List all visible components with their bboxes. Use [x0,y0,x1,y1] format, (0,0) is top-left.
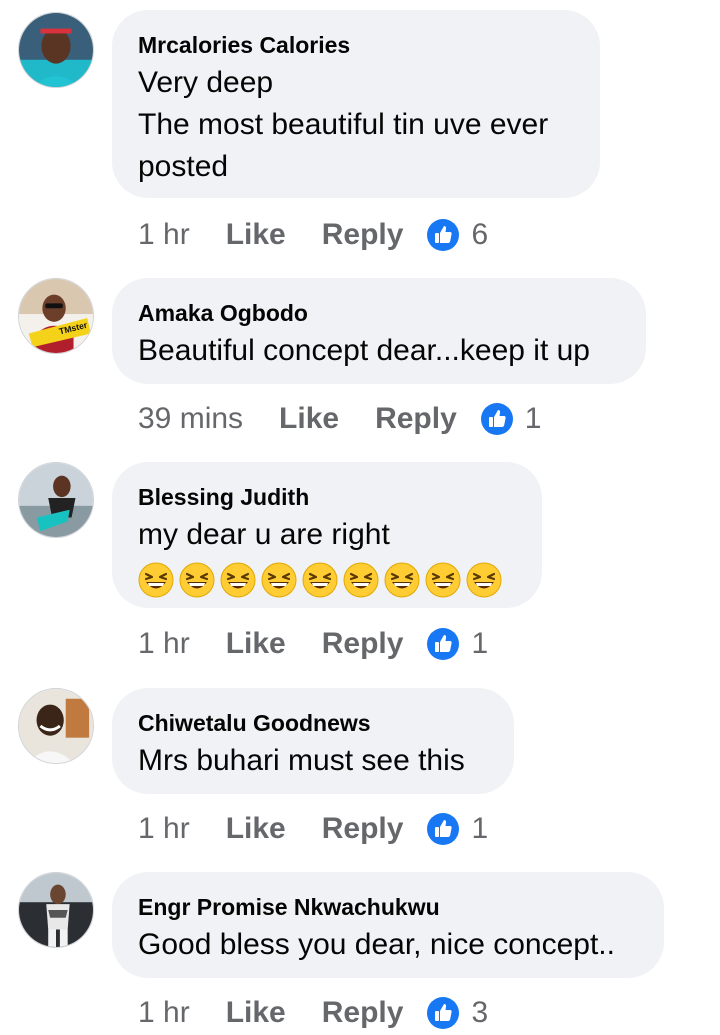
comment-text: Mrs buhari must see this [138,740,488,782]
avatar[interactable] [18,12,94,88]
avatar[interactable] [18,688,94,764]
reaction-count: 1 [524,402,542,435]
comment-text-line: Good bless you dear, nice concept.. [138,928,615,961]
comment-text-line: Beautiful concept dear...keep it up [138,334,590,367]
reply-button[interactable]: Reply [322,996,404,1030]
comment-timestamp[interactable]: 39 mins [138,402,243,436]
comment-timestamp[interactable]: 1 hr [138,627,190,661]
comment-bubble: Chiwetalu Goodnews Mrs buhari must see t… [112,688,514,794]
avatar-image [19,873,93,947]
thumbs-up-like-icon [480,403,513,435]
comment-actions: 1 hr Like Reply 3 [138,993,488,1033]
comment-author[interactable]: Blessing Judith [138,482,516,512]
grinning-squinting-face-icon [425,562,461,598]
reply-button[interactable]: Reply [322,812,404,846]
grinning-squinting-face-icon [179,562,215,598]
comment-text: my dear u are right [138,514,516,556]
grinning-squinting-face-icon [220,562,256,598]
comment-text-line: Very deep [138,66,274,99]
reaction-count: 3 [471,996,489,1029]
reply-button[interactable]: Reply [322,218,404,252]
like-button[interactable]: Like [226,218,286,252]
reaction-count: 1 [471,627,489,660]
comment-bubble: Engr Promise Nkwachukwu Good bless you d… [112,872,664,978]
emoji-row [138,562,516,598]
comment-actions: 1 hr Like Reply 1 [138,624,488,664]
thumbs-up-like-icon [427,813,460,845]
comment-timestamp[interactable]: 1 hr [138,218,190,252]
reaction-count: 1 [471,812,489,845]
avatar[interactable]: TMster [18,278,94,354]
grinning-squinting-face-icon [138,562,174,598]
reply-button[interactable]: Reply [375,402,457,436]
avatar-image: TMster [19,279,93,353]
comment-text-line: Mrs buhari must see this [138,744,465,777]
comment-timestamp[interactable]: 1 hr [138,812,190,846]
comment-actions: 1 hr Like Reply 1 [138,809,488,849]
like-button[interactable]: Like [226,812,286,846]
comment-actions: 39 mins Like Reply 1 [138,399,541,439]
comment-text: Very deep The most beautiful tin uve eve… [138,62,574,188]
avatar[interactable] [18,872,94,948]
comment-bubble: Mrcalories Calories Very deep The most b… [112,10,600,198]
reply-button[interactable]: Reply [322,627,404,661]
comment-text: Good bless you dear, nice concept.. [138,924,638,966]
reaction-summary[interactable]: 3 [427,996,488,1030]
reaction-count: 6 [471,218,489,251]
like-button[interactable]: Like [279,402,339,436]
thumbs-up-like-icon [427,219,460,251]
grinning-squinting-face-icon [466,562,502,598]
reaction-summary[interactable]: 1 [427,627,488,661]
comment-bubble: Blessing Judith my dear u are right [112,462,542,608]
reaction-summary[interactable]: 1 [480,402,542,436]
comment-timestamp[interactable]: 1 hr [138,996,190,1030]
avatar-image [19,13,93,87]
comment-author[interactable]: Engr Promise Nkwachukwu [138,892,638,922]
like-button[interactable]: Like [226,627,286,661]
comment-text-line: my dear u are right [138,518,390,551]
avatar-image [19,463,93,537]
comment-author[interactable]: Mrcalories Calories [138,30,574,60]
reaction-summary[interactable]: 1 [427,812,488,846]
reaction-summary[interactable]: 6 [427,218,488,252]
thumbs-up-like-icon [427,997,460,1029]
comment-author[interactable]: Chiwetalu Goodnews [138,708,488,738]
comment-bubble: Amaka Ogbodo Beautiful concept dear...ke… [112,278,646,384]
thumbs-up-like-icon [427,628,460,660]
comment-text: Beautiful concept dear...keep it up [138,330,620,372]
comment-text-line: posted [138,150,229,183]
grinning-squinting-face-icon [302,562,338,598]
comment-text-line: The most beautiful tin uve ever [138,108,549,141]
grinning-squinting-face-icon [384,562,420,598]
comment-actions: 1 hr Like Reply 6 [138,215,488,255]
grinning-squinting-face-icon [343,562,379,598]
comment-author[interactable]: Amaka Ogbodo [138,298,620,328]
avatar-image [19,689,93,763]
grinning-squinting-face-icon [261,562,297,598]
like-button[interactable]: Like [226,996,286,1030]
avatar[interactable] [18,462,94,538]
